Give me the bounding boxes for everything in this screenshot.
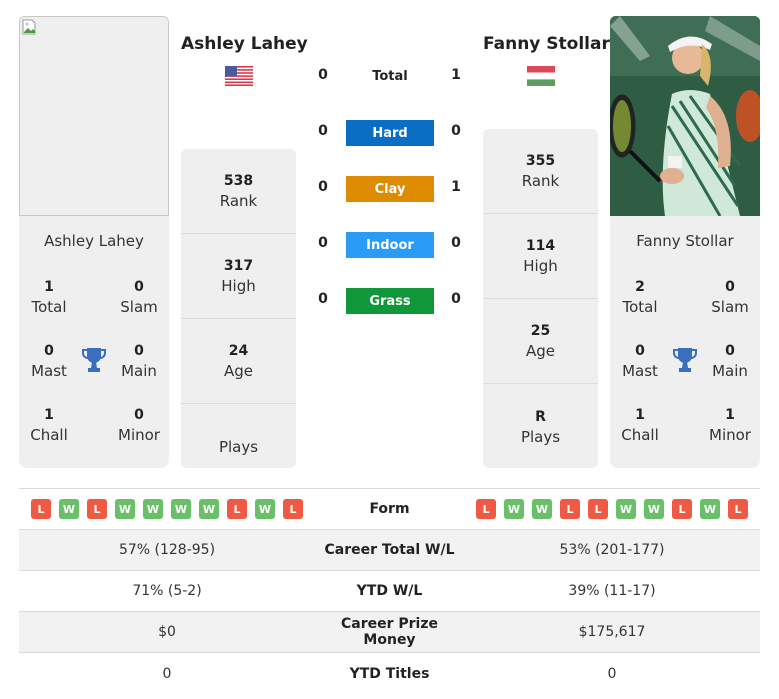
table-row: 0 YTD Titles 0 xyxy=(19,653,760,694)
h2h-clay-left: 0 xyxy=(318,179,328,195)
form-win-badge[interactable]: W xyxy=(532,499,552,519)
ytd-titles-right: 0 xyxy=(607,665,617,682)
usa-flag-icon xyxy=(225,66,253,86)
hungary-flag-icon xyxy=(527,66,555,86)
form-win-badge[interactable]: W xyxy=(700,499,720,519)
titles-chall: 1 Chall xyxy=(30,407,68,444)
form-loss-badge[interactable]: L xyxy=(560,499,580,519)
table-row: 71% (5-2) YTD W/L 39% (11-17) xyxy=(19,571,760,612)
player-left-photo xyxy=(19,16,169,216)
titles-mast: 0 Mast xyxy=(31,343,67,380)
form-win-badge[interactable]: W xyxy=(644,499,664,519)
trophy-icon xyxy=(673,348,697,372)
titles-slam: 0 Slam xyxy=(120,279,158,316)
form-loss-badge[interactable]: L xyxy=(728,499,748,519)
form-win-badge[interactable]: W xyxy=(199,499,219,519)
h2h-indoor-right: 0 xyxy=(451,235,461,251)
titles-player-name[interactable]: Fanny Stollar xyxy=(610,232,760,250)
player-left-stats: 538 Rank 317 High 24 Age Plays xyxy=(181,149,296,468)
form-loss-badge[interactable]: L xyxy=(588,499,608,519)
form-win-badge[interactable]: W xyxy=(171,499,191,519)
ytd-titles-left: 0 xyxy=(162,665,172,682)
stat-rank: 355 Rank xyxy=(483,129,598,214)
h2h-total-right: 1 xyxy=(451,67,461,83)
broken-image-icon xyxy=(22,19,36,35)
titles-main: 0 Main xyxy=(712,343,748,380)
career-total-label: Career Total W/L xyxy=(324,542,455,558)
form-loss-badge[interactable]: L xyxy=(87,499,107,519)
form-label: Form xyxy=(369,501,410,517)
form-win-badge[interactable]: W xyxy=(143,499,163,519)
player-left-titles: Ashley Lahey 1 Total 0 Slam 0 Mast 0 Mai… xyxy=(19,216,169,468)
titles-total: 2 Total xyxy=(622,279,658,316)
form-right: LWWLLWWLWL xyxy=(464,499,760,519)
player-right-photo xyxy=(610,16,760,216)
ytd-wl-right: 39% (11-17) xyxy=(568,583,656,599)
form-win-badge[interactable]: W xyxy=(616,499,636,519)
form-win-badge[interactable]: W xyxy=(255,499,275,519)
prize-money-left: $0 xyxy=(158,624,176,640)
titles-main: 0 Main xyxy=(121,343,157,380)
surface-hard-badge[interactable]: Hard xyxy=(346,120,434,146)
titles-mast: 0 Mast xyxy=(622,343,658,380)
stat-rank: 538 Rank xyxy=(181,149,296,234)
surface-grass-badge[interactable]: Grass xyxy=(346,288,434,314)
titles-player-name[interactable]: Ashley Lahey xyxy=(19,232,169,250)
titles-minor: 0 Minor xyxy=(118,407,160,444)
prize-money-label: Career Prize Money xyxy=(340,616,438,648)
titles-chall: 1 Chall xyxy=(621,407,659,444)
player-right-stats: 355 Rank 114 High 25 Age R Plays xyxy=(483,129,598,468)
stat-age: 24 Age xyxy=(181,319,296,404)
form-loss-badge[interactable]: L xyxy=(283,499,303,519)
h2h-total-left: 0 xyxy=(318,67,328,83)
ytd-wl-label: YTD W/L xyxy=(356,583,423,599)
titles-slam: 0 Slam xyxy=(711,279,749,316)
titles-total: 1 Total xyxy=(31,279,67,316)
form-loss-badge[interactable]: L xyxy=(31,499,51,519)
table-row: 57% (128-95) Career Total W/L 53% (201-1… xyxy=(19,530,760,571)
stat-high: 317 High xyxy=(181,234,296,319)
career-total-right: 53% (201-177) xyxy=(559,542,665,558)
h2h-hard-left: 0 xyxy=(318,123,328,139)
trophy-icon xyxy=(82,348,106,372)
player-right-titles: Fanny Stollar 2 Total 0 Slam 0 Mast 0 Ma… xyxy=(610,216,760,468)
prize-money-right: $175,617 xyxy=(578,624,646,640)
h2h-grass-left: 0 xyxy=(318,291,328,307)
stat-plays: R Plays xyxy=(520,408,561,446)
stat-high: 114 High xyxy=(483,214,598,299)
surface-clay-badge[interactable]: Clay xyxy=(346,176,434,202)
stat-age: 25 Age xyxy=(483,299,598,384)
form-win-badge[interactable]: W xyxy=(504,499,524,519)
ytd-wl-left: 71% (5-2) xyxy=(132,583,202,599)
h2h-grass-right: 0 xyxy=(451,291,461,307)
titles-minor: 1 Minor xyxy=(709,407,751,444)
form-win-badge[interactable]: W xyxy=(59,499,79,519)
form-loss-badge[interactable]: L xyxy=(476,499,496,519)
form-win-badge[interactable]: W xyxy=(115,499,135,519)
form-left: LWLWWWWLWL xyxy=(19,499,315,519)
h2h-indoor-left: 0 xyxy=(318,235,328,251)
player-photo-image xyxy=(610,16,760,216)
player-left-name[interactable]: Ashley Lahey xyxy=(181,34,308,54)
player-right-name[interactable]: Fanny Stollar xyxy=(483,34,610,54)
h2h-total-label: Total xyxy=(372,69,408,84)
h2h-clay-right: 1 xyxy=(451,179,461,195)
stat-plays: Plays xyxy=(218,437,259,456)
form-loss-badge[interactable]: L xyxy=(672,499,692,519)
h2h-hard-right: 0 xyxy=(451,123,461,139)
surface-indoor-badge[interactable]: Indoor xyxy=(346,232,434,258)
form-row: LWLWWWWLWL Form LWWLLWWLWL xyxy=(19,489,760,530)
comparison-table: LWLWWWWLWL Form LWWLLWWLWL 57% (128-95) … xyxy=(19,488,760,694)
career-total-left: 57% (128-95) xyxy=(118,542,216,558)
form-loss-badge[interactable]: L xyxy=(227,499,247,519)
ytd-titles-label: YTD Titles xyxy=(349,665,430,682)
table-row: $0 Career Prize Money $175,617 xyxy=(19,612,760,653)
